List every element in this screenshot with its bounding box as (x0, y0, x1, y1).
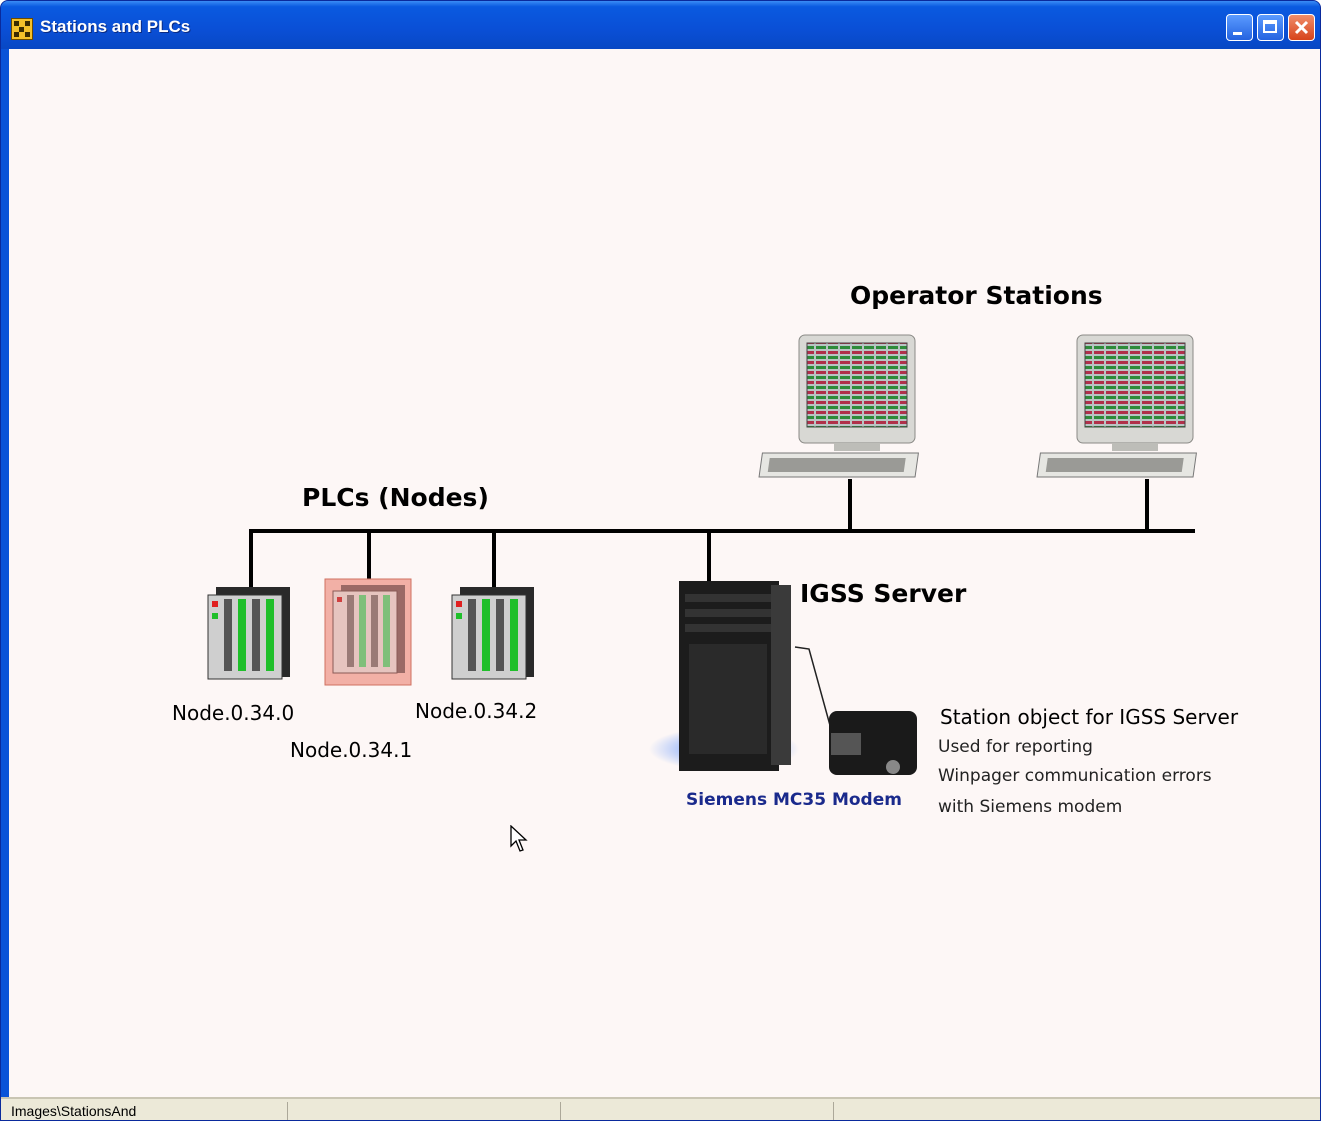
operator-stations-label: Operator Stations (850, 281, 1103, 310)
close-icon (1294, 20, 1309, 35)
status-pane-4 (834, 1102, 1320, 1120)
node-label-1: Node.0.34.1 (290, 738, 413, 762)
station-object-line-3: with Siemens modem (938, 797, 1123, 817)
modem-label: Siemens MC35 Modem (686, 790, 902, 810)
plc-node-0[interactable] (207, 587, 290, 680)
node-label-0: Node.0.34.0 (172, 701, 295, 725)
app-icon (11, 18, 33, 40)
mouse-cursor-icon (510, 825, 528, 852)
title-bar[interactable]: Stations and PLCs (1, 1, 1320, 49)
minimize-button[interactable] (1226, 14, 1253, 41)
node-label-2: Node.0.34.2 (415, 699, 538, 723)
status-pane-3 (561, 1102, 834, 1120)
network-diagram (207, 334, 1197, 775)
operator-station-2[interactable] (1036, 334, 1197, 478)
plcs-label: PLCs (Nodes) (302, 483, 489, 512)
plc-node-1[interactable] (324, 578, 412, 686)
igss-server[interactable] (649, 581, 799, 771)
app-window: Stations and PLCs Operator Stations PLCs… (0, 0, 1321, 1121)
status-pane-1 (1, 1102, 288, 1120)
window-title: Stations and PLCs (40, 17, 191, 36)
diagram-canvas: Operator Stations PLCs (Nodes) IGSS Serv… (9, 49, 1320, 1097)
maximize-button[interactable] (1257, 14, 1284, 41)
status-pane-2 (288, 1102, 561, 1120)
station-object-line-2: Winpager communication errors (938, 766, 1212, 786)
operator-station-1[interactable] (758, 334, 919, 478)
plc-node-2[interactable] (451, 587, 534, 680)
station-object-line-1: Used for reporting (938, 737, 1093, 757)
server-label: IGSS Server (800, 579, 967, 608)
station-object-title: Station object for IGSS Server (940, 705, 1239, 729)
siemens-modem[interactable] (829, 711, 917, 775)
close-button[interactable] (1288, 14, 1315, 41)
status-bar: Images\StationsAnd (1, 1097, 1320, 1120)
